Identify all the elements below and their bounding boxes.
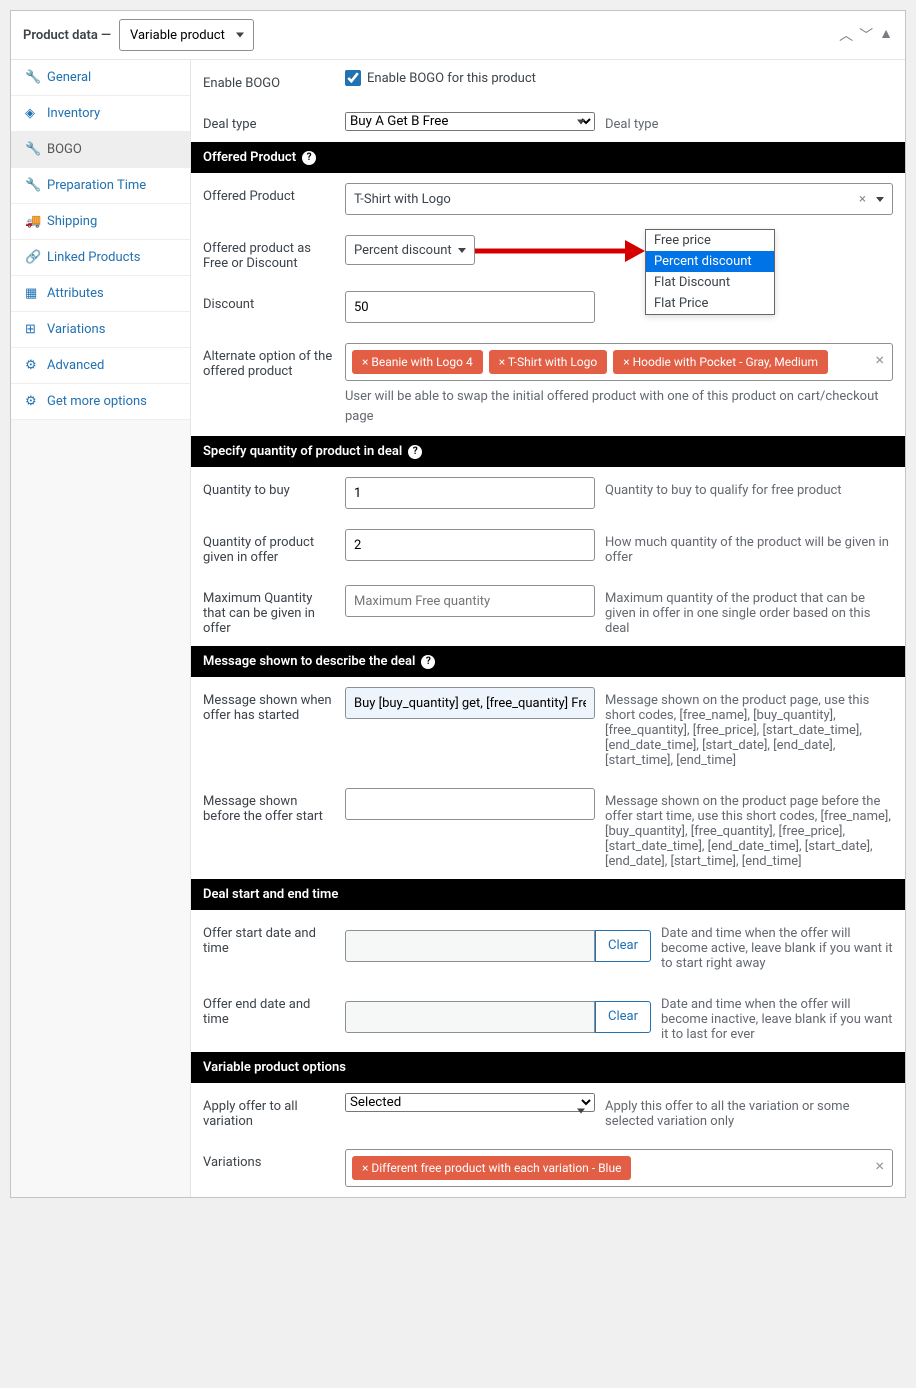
section-variable: Variable product options [191, 1052, 905, 1083]
section-offered-product: Offered Product ? [191, 142, 905, 173]
qty-buy-input[interactable] [345, 477, 595, 509]
qty-buy-label: Quantity to buy [203, 477, 333, 498]
section-quantity: Specify quantity of product in deal ? [191, 436, 905, 467]
discount-input[interactable] [345, 291, 595, 323]
qty-given-input[interactable] [345, 529, 595, 561]
deal-type-hint: Deal type [605, 111, 893, 132]
qty-max-hint: Maximum quantity of the product that can… [605, 585, 893, 636]
dropdown-option-flat-discount[interactable]: Flat Discount [646, 272, 774, 293]
panel-title: Product data — [23, 28, 111, 43]
chevron-up-icon[interactable]: ︿ [839, 25, 853, 45]
truck-icon: 🚚 [25, 214, 39, 229]
section-time: Deal start and end time [191, 879, 905, 910]
sidebar-item-general[interactable]: 🔧General [11, 60, 190, 96]
free-or-discount-select[interactable]: Percent discount [345, 235, 475, 265]
product-data-panel: Product data — Variable product ︿ ﹀ ▲ 🔧G… [10, 10, 906, 1198]
msg-before-hint: Message shown on the product page before… [605, 788, 893, 869]
wrench-icon: 🔧 [25, 70, 39, 85]
start-time-clear-button[interactable]: Clear [595, 930, 651, 962]
dropdown-option-percent-discount[interactable]: Percent discount [646, 251, 774, 272]
sidebar: 🔧General ◈Inventory 🔧BOGO 🔧Preparation T… [11, 60, 191, 1197]
start-time-input[interactable] [345, 930, 595, 962]
deal-type-select[interactable]: Buy A Get B Free [345, 112, 595, 131]
tag-item[interactable]: × Beanie with Logo 4 [352, 350, 483, 374]
sidebar-item-preparation-time[interactable]: 🔧Preparation Time [11, 168, 190, 204]
variations-tags-container[interactable]: × Different free product with each varia… [345, 1149, 893, 1187]
msg-before-label: Message shown before the offer start [203, 788, 333, 824]
enable-bogo-checkbox[interactable] [345, 70, 361, 86]
chevron-down-icon[interactable]: ﹀ [859, 25, 873, 45]
sidebar-item-get-more-options[interactable]: ⚙Get more options [11, 384, 190, 420]
caret-icon [876, 197, 884, 202]
collapse-icon[interactable]: ▲ [879, 25, 893, 45]
apply-variation-hint: Apply this offer to all the variation or… [605, 1093, 893, 1129]
qty-max-input[interactable] [345, 585, 595, 617]
variations-label: Variations [203, 1149, 333, 1170]
tag-item[interactable]: × Different free product with each varia… [352, 1156, 631, 1180]
discount-label: Discount [203, 291, 333, 312]
enable-bogo-label: Enable BOGO [203, 70, 333, 91]
caret-icon [458, 248, 466, 253]
end-time-input[interactable] [345, 1001, 595, 1033]
offered-product-label: Offered Product [203, 183, 333, 204]
link-icon: 🔗 [25, 250, 39, 265]
discount-type-dropdown: Free price Percent discount Flat Discoun… [645, 229, 775, 315]
dropdown-option-free-price[interactable]: Free price [646, 230, 774, 251]
sidebar-item-linked-products[interactable]: 🔗Linked Products [11, 240, 190, 276]
msg-before-input[interactable] [345, 788, 595, 820]
sidebar-item-variations[interactable]: ⊞Variations [11, 312, 190, 348]
product-type-select[interactable]: Variable product [119, 19, 254, 51]
dropdown-option-flat-price[interactable]: Flat Price [646, 293, 774, 314]
alternate-hint: User will be able to swap the initial of… [345, 387, 893, 426]
alternate-label: Alternate option of the offered product [203, 343, 333, 379]
grid-icon: ⊞ [25, 322, 39, 337]
wrench-icon: 🔧 [25, 142, 39, 157]
msg-started-hint: Message shown on the product page, use t… [605, 687, 893, 768]
start-time-hint: Date and time when the offer will become… [661, 920, 893, 971]
clear-all-icon[interactable]: × [875, 350, 884, 369]
end-time-clear-button[interactable]: Clear [595, 1001, 651, 1033]
offered-product-select[interactable]: T-Shirt with Logo × [345, 183, 893, 215]
qty-given-hint: How much quantity of the product will be… [605, 529, 893, 565]
msg-started-input[interactable] [345, 687, 595, 719]
panel-header: Product data — Variable product ︿ ﹀ ▲ [11, 11, 905, 60]
deal-type-label: Deal type [203, 111, 333, 132]
msg-started-label: Message shown when offer has started [203, 687, 333, 723]
clear-icon[interactable]: × [859, 192, 866, 207]
gear-icon: ⚙ [25, 358, 39, 373]
sidebar-item-attributes[interactable]: ▦Attributes [11, 276, 190, 312]
help-icon[interactable]: ? [421, 655, 435, 669]
free-or-discount-label: Offered product as Free or Discount [203, 235, 333, 271]
qty-given-label: Quantity of product given in offer [203, 529, 333, 565]
annotation-arrow [475, 238, 645, 264]
sidebar-item-bogo[interactable]: 🔧BOGO [11, 132, 190, 168]
tag-item[interactable]: × T-Shirt with Logo [489, 350, 608, 374]
sidebar-item-inventory[interactable]: ◈Inventory [11, 96, 190, 132]
qty-buy-hint: Quantity to buy to qualify for free prod… [605, 477, 893, 509]
section-message: Message shown to describe the deal ? [191, 646, 905, 677]
enable-bogo-text: Enable BOGO for this product [367, 71, 536, 86]
gear-icon: ⚙ [25, 394, 39, 409]
qty-max-label: Maximum Quantity that can be given in of… [203, 585, 333, 636]
sidebar-item-shipping[interactable]: 🚚Shipping [11, 204, 190, 240]
end-time-hint: Date and time when the offer will become… [661, 991, 893, 1042]
help-icon[interactable]: ? [408, 445, 422, 459]
alternate-tags-container[interactable]: × Beanie with Logo 4 × T-Shirt with Logo… [345, 343, 893, 381]
help-icon[interactable]: ? [302, 151, 316, 165]
diamond-icon: ◈ [25, 106, 39, 121]
layout-icon: ▦ [25, 286, 39, 301]
apply-variation-select[interactable]: Selected [345, 1093, 595, 1112]
main-content: Enable BOGO Enable BOGO for this product… [191, 60, 905, 1197]
tag-item[interactable]: × Hoodie with Pocket - Gray, Medium [613, 350, 828, 374]
start-time-label: Offer start date and time [203, 920, 333, 956]
wrench-icon: 🔧 [25, 178, 39, 193]
apply-variation-label: Apply offer to all variation [203, 1093, 333, 1129]
end-time-label: Offer end date and time [203, 991, 333, 1027]
clear-all-icon[interactable]: × [875, 1156, 884, 1175]
sidebar-item-advanced[interactable]: ⚙Advanced [11, 348, 190, 384]
